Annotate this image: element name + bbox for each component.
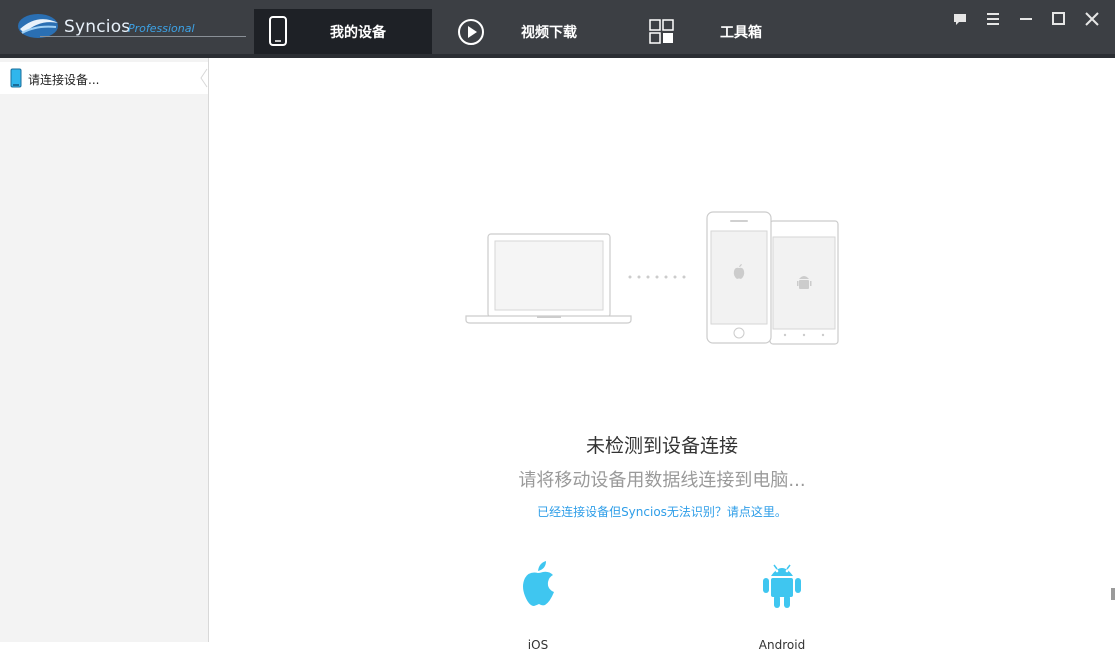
platform-label: Android bbox=[758, 638, 806, 652]
device-sidebar: 请连接设备... bbox=[0, 58, 209, 642]
menu-icon bbox=[987, 13, 999, 25]
close-button[interactable] bbox=[1081, 8, 1103, 30]
minimize-button[interactable] bbox=[1015, 8, 1037, 30]
play-icon bbox=[458, 19, 484, 45]
sidebar-item-label: 请连接设备... bbox=[28, 73, 100, 87]
tab-label: 视频下载 bbox=[521, 25, 577, 41]
main-panel: 未检测到设备连接 请将移动设备用数据线连接到电脑... 已经连接设备但Synci… bbox=[209, 58, 1115, 652]
help-link[interactable]: 已经连接设备但Syncios无法识别？请点这里。 bbox=[209, 503, 1115, 520]
maximize-icon bbox=[1052, 12, 1065, 25]
maximize-button[interactable] bbox=[1048, 8, 1070, 30]
tab-my-devices[interactable]: 我的设备 bbox=[254, 9, 432, 54]
tab-label: 工具箱 bbox=[720, 25, 762, 41]
logo-underline bbox=[40, 36, 246, 37]
device-connection-illustration bbox=[465, 211, 839, 345]
app-edition: Professional bbox=[128, 22, 195, 35]
phone-icon bbox=[10, 68, 22, 88]
app-logo: Syncios Professional bbox=[14, 11, 249, 41]
app-name: Syncios bbox=[64, 17, 131, 37]
platform-ios[interactable]: iOS bbox=[498, 558, 578, 652]
feedback-icon bbox=[954, 14, 966, 25]
close-icon bbox=[1085, 12, 1099, 26]
platform-label: iOS bbox=[527, 638, 549, 652]
top-bar: Syncios Professional 我的设备 视频下载 工具箱 bbox=[0, 0, 1115, 54]
tab-label: 我的设备 bbox=[330, 25, 386, 41]
scrollbar[interactable] bbox=[1111, 588, 1115, 600]
no-device-heading: 未检测到设备连接 bbox=[585, 435, 738, 457]
sidebar-item-connect-device[interactable]: 请连接设备... bbox=[0, 62, 208, 94]
connect-instruction: 请将移动设备用数据线连接到电脑... bbox=[518, 470, 806, 491]
tab-toolbox[interactable]: 工具箱 bbox=[612, 9, 812, 54]
minimize-icon bbox=[1020, 18, 1032, 20]
feedback-button[interactable] bbox=[949, 8, 971, 30]
menu-button[interactable] bbox=[982, 8, 1004, 30]
chevron-left-icon bbox=[200, 68, 208, 88]
phone-icon bbox=[269, 16, 287, 46]
apple-icon bbox=[523, 561, 554, 606]
android-icon bbox=[763, 564, 801, 608]
tab-video-download[interactable]: 视频下载 bbox=[432, 9, 612, 54]
grid-icon bbox=[649, 19, 674, 44]
platform-android[interactable]: Android bbox=[742, 558, 822, 652]
